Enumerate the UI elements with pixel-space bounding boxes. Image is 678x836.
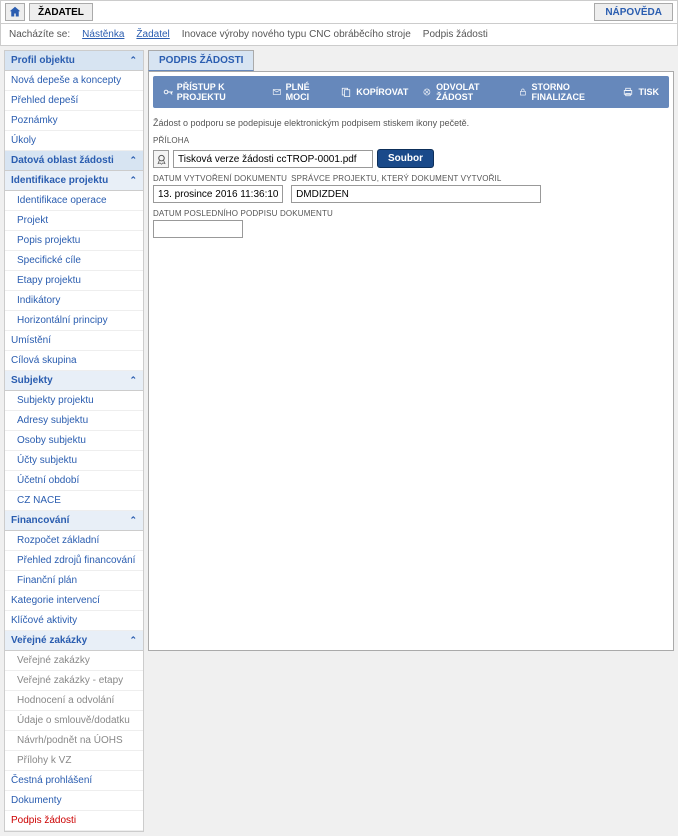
home-button[interactable] — [5, 3, 25, 21]
sidebar-ident-title: Identifikace projektu — [11, 175, 108, 186]
spravce-label: SPRÁVCE PROJEKTU, KTERÝ DOKUMENT VYTVOŘI… — [291, 174, 541, 183]
sidebar-item-etapy[interactable]: Etapy projektu — [5, 271, 143, 291]
sidebar-item-specificke-cile[interactable]: Specifické cíle — [5, 251, 143, 271]
seal-icon — [156, 154, 167, 165]
datum-vytvoreni-label: DATUM VYTVOŘENÍ DOKUMENTU — [153, 174, 287, 183]
help-button[interactable]: NÁPOVĚDA — [594, 3, 673, 21]
sidebar-subjekty-title: Subjekty — [11, 375, 53, 386]
sidebar-item-financni-plan[interactable]: Finanční plán — [5, 571, 143, 591]
sidebar-financovani-title: Financování — [11, 515, 69, 526]
copy-icon — [340, 86, 352, 98]
sidebar-profil-header[interactable]: Profil objektu ⌃ — [5, 51, 143, 71]
sidebar-item-cestne[interactable]: Čestná prohlášení — [5, 771, 143, 791]
tab-podpis-zadosti[interactable]: PODPIS ŽÁDOSTI — [148, 50, 254, 71]
sidebar-item-ucetni-obdobi[interactable]: Účetní období — [5, 471, 143, 491]
sidebar-item-rozpocet[interactable]: Rozpočet základní — [5, 531, 143, 551]
sidebar-item-adresy[interactable]: Adresy subjektu — [5, 411, 143, 431]
sidebar-profil-title: Profil objektu — [11, 55, 75, 66]
toolbar-storno-button[interactable]: STORNO FINALIZACE — [512, 80, 615, 104]
priloha-input[interactable] — [173, 150, 373, 168]
chevron-up-icon: ⌃ — [129, 55, 137, 66]
toolbar-tisk-button[interactable]: TISK — [616, 80, 665, 104]
datum-podpisu-label: DATUM POSLEDNÍHO PODPISU DOKUMENTU — [153, 209, 333, 218]
home-icon — [9, 6, 21, 18]
breadcrumb: Nacházíte se: Nástěnka Žadatel Inovace v… — [0, 24, 678, 46]
datum-podpisu-input — [153, 220, 243, 238]
priloha-label: PŘÍLOHA — [153, 136, 669, 145]
chevron-up-icon: ⌃ — [129, 375, 137, 386]
sidebar-item-subjekty-projektu[interactable]: Subjekty projektu — [5, 391, 143, 411]
breadcrumb-project: Inovace výroby nového typu CNC obráběcíh… — [182, 29, 411, 40]
sidebar-item-osoby[interactable]: Osoby subjektu — [5, 431, 143, 451]
sidebar-item-popis[interactable]: Popis projektu — [5, 231, 143, 251]
toolbar-storno-label: STORNO FINALIZACE — [532, 82, 609, 102]
sidebar-item-prehled-depesi[interactable]: Přehled depeší — [5, 91, 143, 111]
chevron-up-icon: ⌃ — [129, 175, 137, 186]
toolbar-plne-label: PLNÉ MOCI — [286, 82, 327, 102]
sidebar: Profil objektu ⌃ Nová depeše a koncepty … — [4, 50, 144, 832]
seal-icon-button[interactable] — [153, 150, 169, 168]
sidebar-item-prehled-zdroju[interactable]: Přehled zdrojů financování — [5, 551, 143, 571]
sidebar-verejne-header[interactable]: Veřejné zakázky ⌃ — [5, 631, 143, 651]
toolbar-odvolat-button[interactable]: ODVOLAT ŽÁDOST — [416, 80, 509, 104]
sidebar-item-cilova[interactable]: Cílová skupina — [5, 351, 143, 371]
sidebar-item-nova-depese[interactable]: Nová depeše a koncepty — [5, 71, 143, 91]
toolbar-plne-moci-button[interactable]: PLNÉ MOCI — [266, 80, 332, 104]
sidebar-item-poznamky[interactable]: Poznámky — [5, 111, 143, 131]
sidebar-item-hodnoceni[interactable]: Hodnocení a odvolání — [5, 691, 143, 711]
chevron-up-icon: ⌃ — [129, 515, 137, 526]
sidebar-item-identifikace-operace[interactable]: Identifikace operace — [5, 191, 143, 211]
sidebar-item-cznace[interactable]: CZ NACE — [5, 491, 143, 511]
sidebar-item-kategorie[interactable]: Kategorie intervencí — [5, 591, 143, 611]
sidebar-item-klicove[interactable]: Klíčové aktivity — [5, 611, 143, 631]
sidebar-ident-header[interactable]: Identifikace projektu ⌃ — [5, 171, 143, 191]
toolbar-kopirovat-button[interactable]: KOPÍROVAT — [334, 80, 414, 104]
zadatel-button[interactable]: ŽADATEL — [29, 3, 93, 21]
sidebar-item-ucty[interactable]: Účty subjektu — [5, 451, 143, 471]
sidebar-item-dokumenty[interactable]: Dokumenty — [5, 791, 143, 811]
toolbar-kopirovat-label: KOPÍROVAT — [356, 87, 408, 97]
sidebar-item-prilohy-vz[interactable]: Přílohy k VZ — [5, 751, 143, 771]
sidebar-datova-header[interactable]: Datová oblast žádosti ⌃ — [5, 151, 143, 171]
toolbar-odvolat-label: ODVOLAT ŽÁDOST — [436, 82, 504, 102]
sidebar-item-indikatory[interactable]: Indikátory — [5, 291, 143, 311]
toolbar: PŘÍSTUP K PROJEKTU PLNÉ MOCI KOPÍROVAT O… — [153, 76, 669, 108]
toolbar-pristup-label: PŘÍSTUP K PROJEKTU — [177, 82, 258, 102]
chevron-up-icon: ⌃ — [129, 155, 137, 166]
sidebar-datova-title: Datová oblast žádosti — [11, 155, 114, 166]
sidebar-item-uohs[interactable]: Návrh/podnět na ÚOHS — [5, 731, 143, 751]
sidebar-item-vz-etapy[interactable]: Veřejné zakázky - etapy — [5, 671, 143, 691]
sidebar-item-smlouva[interactable]: Údaje o smlouvě/dodatku — [5, 711, 143, 731]
spravce-input — [291, 185, 541, 203]
sidebar-item-podpis[interactable]: Podpis žádosti — [5, 811, 143, 831]
soubor-button[interactable]: Soubor — [377, 149, 434, 168]
breadcrumb-prefix: Nacházíte se: — [9, 29, 70, 40]
print-icon — [622, 86, 634, 98]
info-text: Žádost o podporu se podepisuje elektroni… — [153, 118, 669, 128]
envelope-icon — [272, 86, 282, 98]
sidebar-item-ukoly[interactable]: Úkoly — [5, 131, 143, 151]
toolbar-pristup-button[interactable]: PŘÍSTUP K PROJEKTU — [157, 80, 264, 104]
lock-icon — [518, 86, 528, 98]
sidebar-item-projekt[interactable]: Projekt — [5, 211, 143, 231]
sidebar-financovani-header[interactable]: Financování ⌃ — [5, 511, 143, 531]
sidebar-item-vz[interactable]: Veřejné zakázky — [5, 651, 143, 671]
datum-vytvoreni-input — [153, 185, 283, 203]
sidebar-item-umisteni[interactable]: Umístění — [5, 331, 143, 351]
cancel-icon — [422, 86, 432, 98]
chevron-up-icon: ⌃ — [129, 635, 137, 646]
sidebar-verejne-title: Veřejné zakázky — [11, 635, 87, 646]
breadcrumb-nastenka[interactable]: Nástěnka — [82, 29, 124, 40]
breadcrumb-zadatel[interactable]: Žadatel — [136, 29, 169, 40]
sidebar-item-horizontalni[interactable]: Horizontální principy — [5, 311, 143, 331]
key-icon — [163, 86, 173, 98]
sidebar-subjekty-header[interactable]: Subjekty ⌃ — [5, 371, 143, 391]
breadcrumb-current: Podpis žádosti — [423, 29, 488, 40]
toolbar-tisk-label: TISK — [638, 87, 659, 97]
